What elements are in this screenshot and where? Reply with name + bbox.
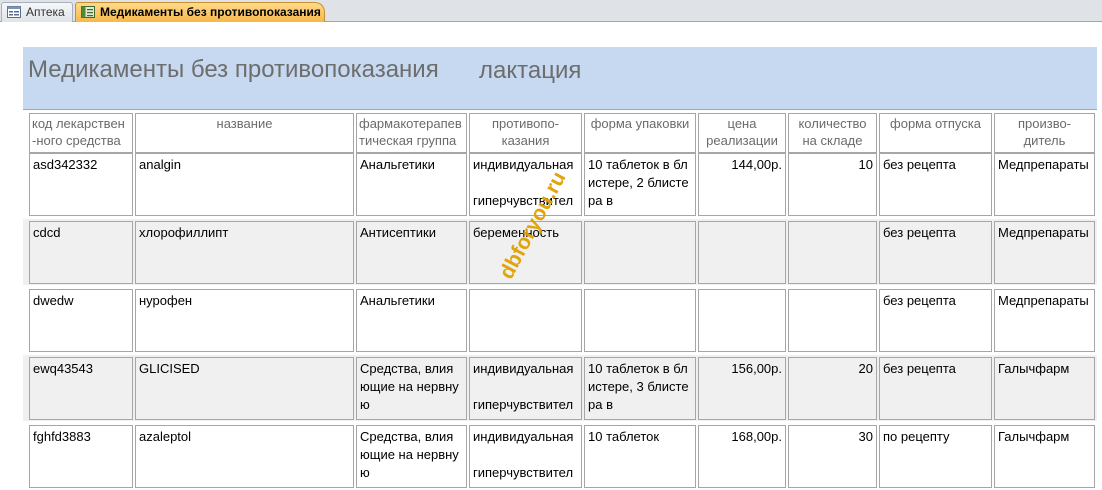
contraindication-line-1: индивидуальная: [473, 429, 574, 444]
cell-manufacturer: Медпрепараты: [994, 153, 1095, 216]
cell-name: хлорофиллипт: [135, 221, 354, 284]
cell-name: GLICISED: [135, 357, 354, 420]
cell-code: asd342332: [29, 153, 133, 216]
cell-group: Средства, влияющие на нервную: [356, 357, 467, 420]
cell-contraindications: индивидуальная гиперчувствител: [469, 357, 582, 420]
report-subtitle: лактация: [479, 57, 582, 84]
cell-price: 168,00р.: [698, 425, 786, 488]
cell-group: Антисептики: [356, 221, 467, 284]
cell-dispense: без рецепта: [879, 221, 992, 284]
column-header-dispense: форма отпуска: [879, 113, 992, 153]
cell-name: analgin: [135, 153, 354, 216]
contraindication-line-2: гиперчувствител: [473, 397, 574, 412]
cell-quantity: [788, 289, 877, 352]
column-header-code: код лекарствен -ного средства: [29, 113, 133, 153]
cell-price: [698, 221, 786, 284]
cell-package: 10 таблеток в блистере, 2 блистера в: [584, 153, 696, 216]
column-header-group: фармакотерапев тическая группа: [356, 113, 467, 153]
cell-quantity: [788, 221, 877, 284]
cell-manufacturer: Медпрепараты: [994, 221, 1095, 284]
cell-group: Анальгетики: [356, 153, 467, 216]
report-title: Медикаменты без противопоказания: [28, 56, 439, 83]
cell-name: azaleptol: [135, 425, 354, 488]
cell-contraindications: индивидуальная гиперчувствител: [469, 153, 582, 216]
contraindication-line-2: гиперчувствител: [473, 193, 574, 208]
contraindication-line-1: индивидуальная: [473, 157, 574, 172]
cell-contraindications: [469, 289, 582, 352]
cell-code: fghfd3883: [29, 425, 133, 488]
tab-apteka-label: Аптека: [26, 5, 65, 19]
tab-report-label: Медикаменты без противопоказания: [100, 5, 321, 19]
cell-quantity: 20: [788, 357, 877, 420]
contraindication-line-2: гиперчувствител: [473, 465, 574, 480]
cell-code: cdcd: [29, 221, 133, 284]
cell-package: [584, 289, 696, 352]
tab-apteka[interactable]: Аптека: [1, 2, 73, 22]
form-icon: [7, 6, 21, 18]
cell-quantity: 30: [788, 425, 877, 488]
cell-manufacturer: Галычфарм: [994, 357, 1095, 420]
cell-price: 144,00р.: [698, 153, 786, 216]
tab-report-medicines[interactable]: Медикаменты без противопоказания: [75, 2, 325, 22]
cell-dispense: без рецепта: [879, 357, 992, 420]
cell-manufacturer: Медпрепараты: [994, 289, 1095, 352]
cell-group: Средства, влияющие на нервную: [356, 425, 467, 488]
column-header-quantity: количество на складе: [788, 113, 877, 153]
cell-dispense: без рецепта: [879, 153, 992, 216]
cell-price: 156,00р.: [698, 357, 786, 420]
report-icon: [81, 6, 95, 18]
cell-package: 10 таблеток: [584, 425, 696, 488]
cell-name: нурофен: [135, 289, 354, 352]
column-header-contraindications: противопо- казания: [469, 113, 582, 153]
column-header-package: форма упаковки: [584, 113, 696, 153]
table-row: cdcd хлорофиллипт Антисептики беременнос…: [23, 219, 1097, 285]
cell-dispense: по рецепту: [879, 425, 992, 488]
column-header-manufacturer: произво- дитель: [994, 113, 1095, 153]
cell-package: [584, 221, 696, 284]
cell-quantity: 10: [788, 153, 877, 216]
cell-contraindications: индивидуальная гиперчувствител: [469, 425, 582, 488]
cell-dispense: без рецепта: [879, 289, 992, 352]
cell-code: dwedw: [29, 289, 133, 352]
cell-price: [698, 289, 786, 352]
table-row: ewq43543 GLICISED Средства, влияющие на …: [23, 355, 1097, 421]
column-header-name: название: [135, 113, 354, 153]
cell-package: 10 таблеток в блистере, 3 блистера в: [584, 357, 696, 420]
cell-contraindications: беременность: [469, 221, 582, 284]
cell-group: Анальгетики: [356, 289, 467, 352]
report-header: Медикаменты без противопоказания лактаци…: [23, 47, 1097, 109]
cell-manufacturer: Галычфарм: [994, 425, 1095, 488]
cell-code: ewq43543: [29, 357, 133, 420]
column-header-price: цена реализации: [698, 113, 786, 153]
document-tab-bar: Аптека Медикаменты без противопоказания: [0, 0, 1102, 22]
header-divider: [23, 109, 1097, 110]
contraindication-line-1: индивидуальная: [473, 361, 574, 376]
